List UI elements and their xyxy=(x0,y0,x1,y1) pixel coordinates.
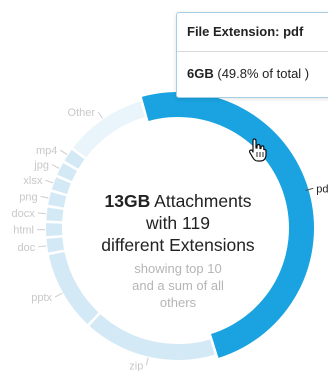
summary-main: 13GB Attachments with 119 different Exte… xyxy=(78,190,278,256)
slice-doc[interactable] xyxy=(46,237,65,253)
summary-attachments: Attachments xyxy=(154,191,252,211)
slice-png[interactable] xyxy=(48,192,67,208)
subtext-line-1: showing top 10 xyxy=(134,261,222,276)
slice-label-html: html xyxy=(13,225,34,237)
slice-label-jpg: jpg xyxy=(33,160,49,172)
tooltip-body: 6GB (49.8% of total ) xyxy=(177,52,328,96)
slice-label-pptx: pptx xyxy=(31,292,52,304)
slice-label-other: Other xyxy=(68,107,96,119)
slice-label-xlsx: xlsx xyxy=(23,175,42,187)
leader-line-jpg xyxy=(51,164,60,169)
chart-tooltip: File Extension: pdf 6GB (49.8% of total … xyxy=(176,12,328,98)
leader-line-xlsx xyxy=(45,179,54,184)
tooltip-title: File Extension: pdf xyxy=(177,13,328,52)
hand-pointer-icon xyxy=(248,138,268,167)
total-size: 13GB xyxy=(104,191,151,211)
leader-line-zip xyxy=(145,357,149,366)
subtext-line-3: others xyxy=(159,295,197,310)
slice-label-docx: docx xyxy=(12,208,36,220)
slice-xlsx[interactable] xyxy=(51,177,71,195)
slice-label-zip: zip xyxy=(129,360,143,371)
slice-zip[interactable] xyxy=(89,314,215,360)
leader-line-other xyxy=(97,111,104,119)
summary-subtext: showing top 10 and a sum of all others xyxy=(78,260,278,311)
chart-center-summary: 13GB Attachments with 119 different Exte… xyxy=(78,190,278,311)
subtext-line-2: and a sum of all xyxy=(132,278,224,293)
summary-line-3: different Extensions xyxy=(101,235,255,255)
summary-line-1: 13GB Attachments xyxy=(78,190,278,212)
leader-line-png xyxy=(40,195,49,199)
leader-line-pptx xyxy=(54,292,63,298)
slice-label-png: png xyxy=(19,191,37,203)
tooltip-percent: (49.8% of total ) xyxy=(217,66,310,81)
slice-html[interactable] xyxy=(45,223,63,237)
leader-line-doc xyxy=(38,245,47,248)
tooltip-value: 6GB xyxy=(187,66,214,81)
slice-label-doc: doc xyxy=(18,242,36,254)
summary-line-2: with 119 xyxy=(146,213,210,233)
slice-label-mp4: mp4 xyxy=(36,145,57,157)
leader-line-mp4 xyxy=(60,149,68,156)
slice-docx[interactable] xyxy=(46,207,64,222)
leader-line-docx xyxy=(37,212,46,215)
slice-label-pdf: pdf xyxy=(316,183,328,195)
